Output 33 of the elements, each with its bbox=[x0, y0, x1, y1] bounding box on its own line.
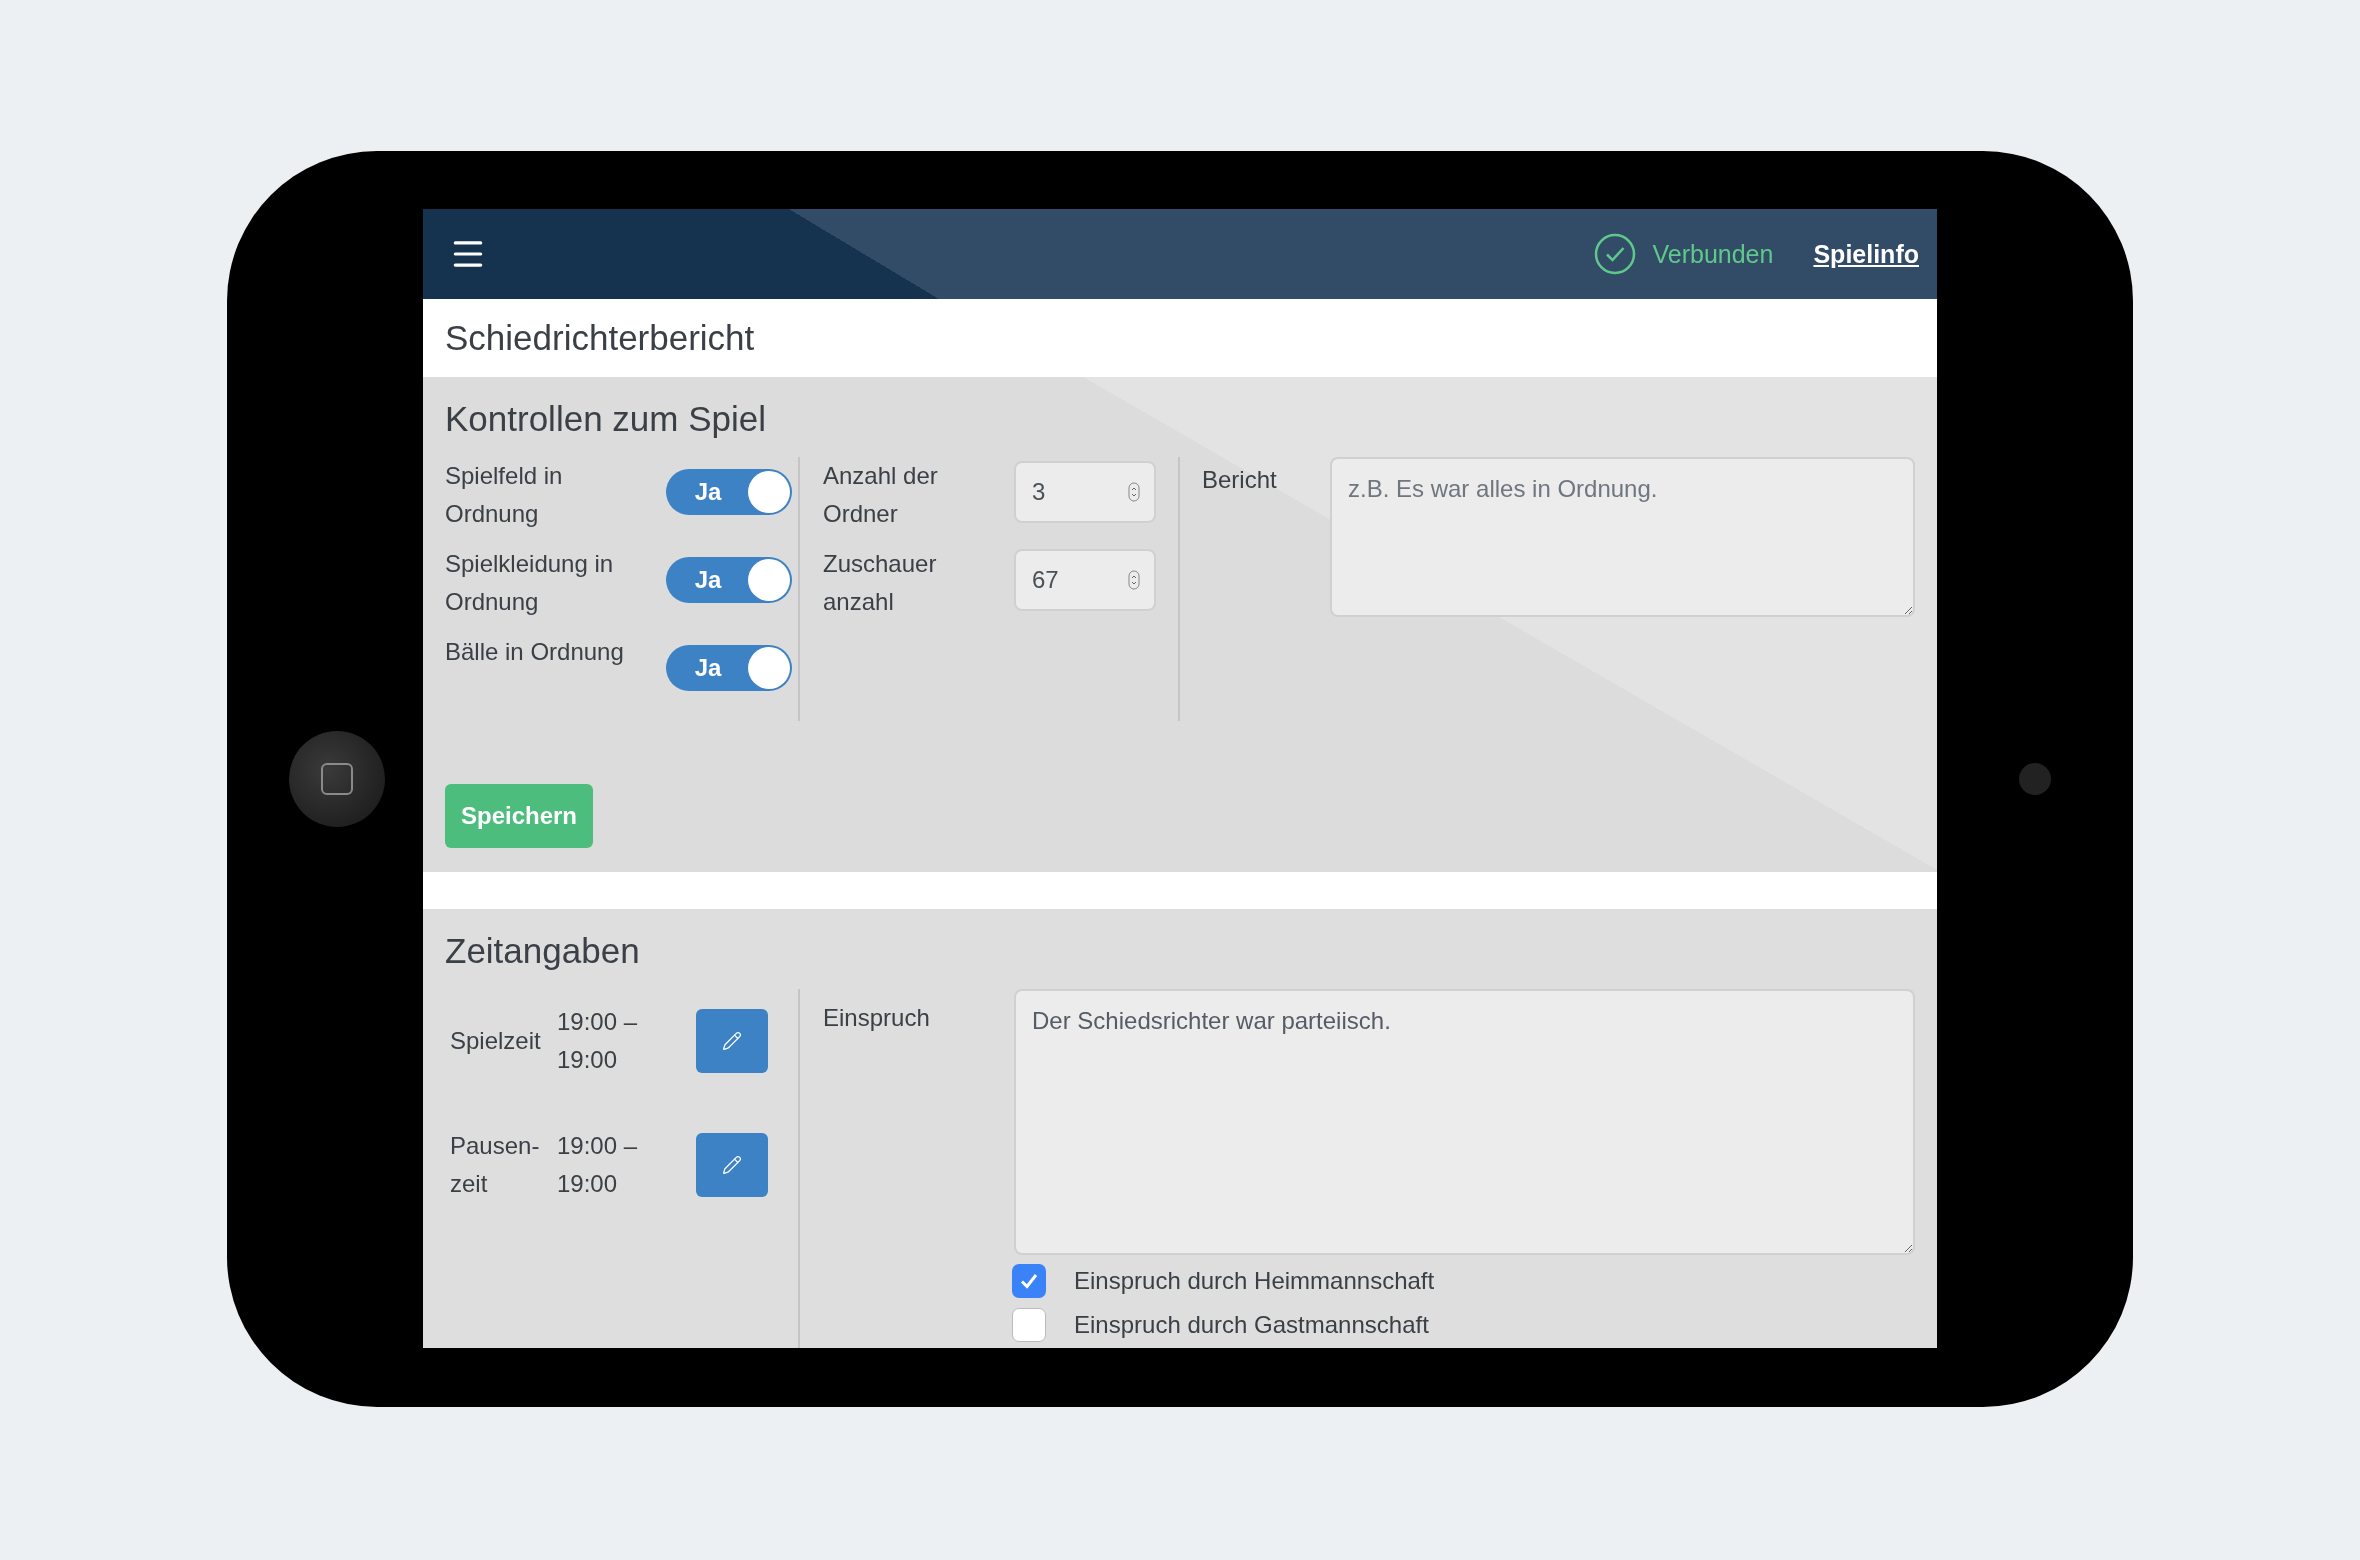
spielinfo-link[interactable]: Spielinfo bbox=[1813, 239, 1919, 269]
time-range: 19:00 – 19:00 bbox=[557, 1131, 639, 1199]
page-title: Schiedrichterbericht bbox=[444, 317, 756, 359]
checkbox[interactable] bbox=[1012, 1264, 1046, 1298]
spinner-icon[interactable] bbox=[1128, 482, 1140, 502]
toggle-switch[interactable]: Ja bbox=[666, 469, 792, 515]
report-textarea[interactable]: z.B. Es war alles in Ordnung. bbox=[1330, 457, 1915, 617]
field-label: Bälle in Ordnung bbox=[445, 637, 625, 667]
section-heading: Zeitangaben bbox=[445, 930, 641, 972]
field-label: Bericht bbox=[1202, 465, 1278, 495]
time-range: 19:00 – 19:00 bbox=[557, 1007, 639, 1075]
toggle-switch[interactable]: Ja bbox=[666, 645, 792, 691]
field-label: Pausen-zeit bbox=[449, 1131, 541, 1199]
checkbox-label: Einspruch durch Gastmannschaft bbox=[1074, 1311, 1429, 1339]
number-field[interactable]: 3 bbox=[1014, 461, 1156, 523]
number-field[interactable]: 67 bbox=[1014, 549, 1156, 611]
field-label: Spielzeit bbox=[449, 1026, 542, 1056]
checkbox-label: Einspruch durch Heimmannschaft bbox=[1074, 1267, 1435, 1295]
pencil-icon bbox=[722, 1155, 742, 1175]
toggle-switch[interactable]: Ja bbox=[666, 557, 792, 603]
section-heading: Kontrollen zum Spiel bbox=[445, 398, 767, 440]
camera-dot bbox=[2019, 763, 2051, 795]
check-circle-icon bbox=[1594, 233, 1637, 275]
pencil-icon bbox=[722, 1031, 742, 1051]
field-label: Anzahl der Ordner bbox=[823, 461, 939, 529]
field-label: Spielfeld in Ordnung bbox=[445, 461, 564, 529]
spinner-icon[interactable] bbox=[1128, 570, 1140, 590]
checkbox[interactable] bbox=[1012, 1308, 1046, 1342]
field-label: Zuschauer anzahl bbox=[823, 549, 938, 617]
objection-textarea[interactable]: Der Schiedsrichter war parteiisch. bbox=[1014, 989, 1915, 1255]
field-label: Spielkleidung in Ordnung bbox=[445, 549, 615, 617]
status-text: Verbunden bbox=[1652, 239, 1774, 269]
field-label: Einspruch bbox=[823, 1003, 931, 1033]
